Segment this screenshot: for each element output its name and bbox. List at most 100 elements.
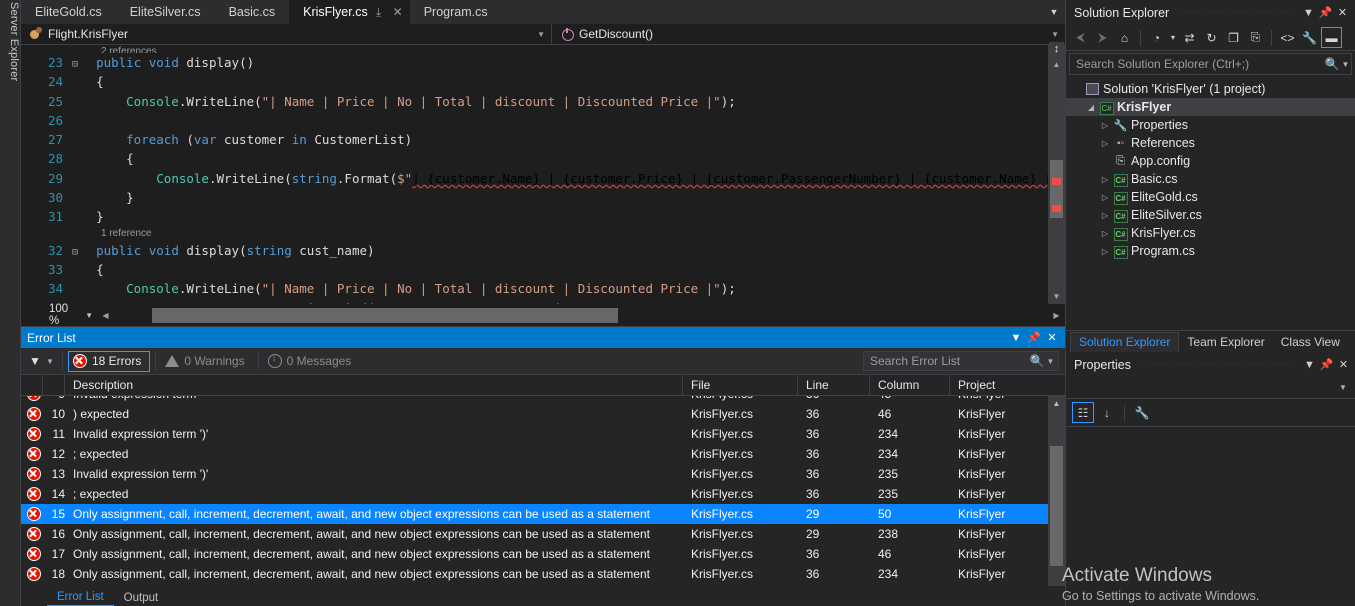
table-row[interactable]: 16Only assignment, call, increment, decr…: [21, 524, 1048, 544]
pin-icon[interactable]: ⤓: [371, 5, 387, 20]
close-icon[interactable]: ✕: [1335, 356, 1352, 374]
filter-icon[interactable]: ▼: [27, 352, 43, 370]
tree-expander-icon[interactable]: ▷: [1098, 211, 1112, 220]
server-explorer-tab[interactable]: Server Explorer: [0, 0, 21, 606]
pin-icon[interactable]: 📌: [1317, 4, 1334, 22]
scroll-up-arrow[interactable]: ▲: [1048, 396, 1065, 411]
code-line[interactable]: 28 {: [21, 149, 1065, 168]
code-line[interactable]: 29 Console.WriteLine(string.Format($"| {…: [21, 169, 1065, 188]
column-header-column[interactable]: Column: [870, 375, 950, 396]
editor-horizontal-scrollbar[interactable]: [116, 308, 1046, 323]
editor-vertical-scrollbar[interactable]: ↕ ▲ ▼: [1048, 45, 1065, 304]
dock-tab-solution-explorer[interactable]: Solution Explorer: [1070, 332, 1179, 352]
tree-item-references[interactable]: ▷▪▫References: [1066, 134, 1355, 152]
table-row[interactable]: 10) expectedKrisFlyer.cs3646KrisFlyer: [21, 404, 1048, 424]
error-marker[interactable]: [1052, 205, 1061, 212]
code-line[interactable]: 23⊟ public void display(): [21, 53, 1065, 72]
scrollbar-thumb[interactable]: [1050, 446, 1063, 566]
code-line[interactable]: 32⊟ public void display(string cust_name…: [21, 241, 1065, 260]
bottom-tab-output[interactable]: Output: [114, 592, 169, 606]
code-reference-hint[interactable]: 1 reference: [21, 227, 1065, 241]
chevron-down-icon[interactable]: ▼: [1300, 4, 1317, 22]
editor-tab-elitegold-cs[interactable]: EliteGold.cs: [21, 0, 116, 24]
chevron-down-icon[interactable]: ▼: [1045, 357, 1056, 366]
table-row[interactable]: 11Invalid expression term ')'KrisFlyer.c…: [21, 424, 1048, 444]
tree-expander-icon[interactable]: ▷: [1098, 247, 1112, 256]
properties-wrench-icon[interactable]: 🔧: [1299, 27, 1320, 48]
close-icon[interactable]: ✕: [1334, 4, 1351, 22]
preview-selected-items-icon[interactable]: ▬: [1321, 27, 1342, 48]
tree-expander-icon[interactable]: ▷: [1098, 139, 1112, 148]
table-row[interactable]: 9Invalid expression term ''KrisFlyer.cs3…: [21, 396, 1048, 404]
error-list-search-box[interactable]: Search Error List 🔍 ▼: [863, 351, 1059, 371]
tree-item-krisflyer-cs[interactable]: ▷C#KrisFlyer.cs: [1066, 224, 1355, 242]
bottom-tab-error-list[interactable]: Error List: [47, 591, 114, 606]
property-pages-icon[interactable]: 🔧: [1131, 402, 1153, 423]
code-line[interactable]: 30 }: [21, 188, 1065, 207]
chevron-down-icon[interactable]: ▼: [1301, 356, 1318, 374]
tree-expander-icon[interactable]: ▷: [1098, 229, 1112, 238]
code-line[interactable]: 31 }: [21, 207, 1065, 226]
scroll-down-arrow[interactable]: ▼: [1048, 289, 1065, 304]
scrollbar-thumb[interactable]: [152, 308, 618, 323]
tree-item-program-cs[interactable]: ▷C#Program.cs: [1066, 242, 1355, 260]
tree-item-solution-krisflyer-1-project-[interactable]: Solution 'KrisFlyer' (1 project): [1066, 80, 1355, 98]
sync-with-active-document-icon[interactable]: ⇄: [1179, 27, 1200, 48]
pin-icon[interactable]: 📌: [1318, 356, 1335, 374]
navigation-type-dropdown[interactable]: Flight.KrisFlyer ▼: [21, 24, 552, 45]
chevron-down-icon[interactable]: ▼: [1043, 0, 1065, 24]
chevron-down-icon[interactable]: ▼: [1007, 329, 1025, 347]
pin-icon[interactable]: 📌: [1025, 329, 1043, 347]
show-all-files-icon[interactable]: ⎘: [1245, 27, 1266, 48]
tree-expander-icon[interactable]: ◢: [1084, 103, 1098, 112]
tree-item-elitegold-cs[interactable]: ▷C#EliteGold.cs: [1066, 188, 1355, 206]
column-header-file[interactable]: File: [683, 375, 798, 396]
tree-item-krisflyer[interactable]: ◢C#KrisFlyer: [1066, 98, 1355, 116]
table-row[interactable]: 18Only assignment, call, increment, decr…: [21, 564, 1048, 584]
table-row[interactable]: 12; expectedKrisFlyer.cs36234KrisFlyer: [21, 444, 1048, 464]
chevron-down-icon[interactable]: ▼: [1336, 383, 1350, 392]
editor-tab-elitesilver-cs[interactable]: EliteSilver.cs: [116, 0, 215, 24]
scroll-right-arrow[interactable]: ▶: [1048, 311, 1065, 320]
scroll-up-arrow[interactable]: ▲: [1048, 57, 1065, 72]
tree-expander-icon[interactable]: ▷: [1098, 121, 1112, 130]
properties-object-selector[interactable]: ▼: [1066, 377, 1355, 399]
code-line[interactable]: 34 Console.WriteLine("| Name | Price | N…: [21, 279, 1065, 298]
table-row[interactable]: 17Only assignment, call, increment, decr…: [21, 544, 1048, 564]
refresh-icon[interactable]: ↻: [1201, 27, 1222, 48]
home-icon[interactable]: ⌂: [1114, 27, 1135, 48]
code-line[interactable]: 33 {: [21, 260, 1065, 279]
code-text-area[interactable]: 2 references23⊟ public void display()24 …: [21, 45, 1065, 304]
table-row[interactable]: 14; expectedKrisFlyer.cs36235KrisFlyer: [21, 484, 1048, 504]
close-icon[interactable]: ✕: [390, 5, 406, 19]
pending-changes-icon[interactable]: ◔: [1146, 27, 1167, 48]
editor-tab-basic-cs[interactable]: Basic.cs: [215, 0, 290, 24]
tree-expander-icon[interactable]: ▷: [1098, 193, 1112, 202]
tree-item-basic-cs[interactable]: ▷C#Basic.cs: [1066, 170, 1355, 188]
search-icon[interactable]: 🔍: [1029, 354, 1045, 368]
dock-tab-class-view[interactable]: Class View: [1273, 333, 1348, 352]
scroll-left-arrow[interactable]: ◀: [97, 311, 114, 320]
column-header-line[interactable]: Line: [798, 375, 870, 396]
messages-filter-button[interactable]: 0 Messages: [264, 351, 360, 372]
tree-item-properties[interactable]: ▷🔧Properties: [1066, 116, 1355, 134]
warnings-filter-button[interactable]: 0 Warnings: [161, 351, 252, 372]
solution-explorer-search-box[interactable]: Search Solution Explorer (Ctrl+;) 🔍 ▼: [1069, 53, 1352, 75]
code-line[interactable]: 27 foreach (var customer in CustomerList…: [21, 130, 1065, 149]
code-line[interactable]: 24 {: [21, 72, 1065, 91]
tree-item-elitesilver-cs[interactable]: ▷C#EliteSilver.cs: [1066, 206, 1355, 224]
split-view-handle[interactable]: ↕: [1049, 42, 1064, 56]
tree-item-app-config[interactable]: ⎘App.config: [1066, 152, 1355, 170]
table-row[interactable]: 15Only assignment, call, increment, decr…: [21, 504, 1048, 524]
alphabetical-sort-icon[interactable]: ↓: [1096, 402, 1118, 423]
dock-tab-team-explorer[interactable]: Team Explorer: [1179, 333, 1272, 352]
collapse-all-icon[interactable]: ❐: [1223, 27, 1244, 48]
tree-expander-icon[interactable]: ▷: [1098, 175, 1112, 184]
error-list-vertical-scrollbar[interactable]: ▲ ▼: [1048, 396, 1065, 596]
editor-tab-krisflyer-cs[interactable]: KrisFlyer.cs⤓✕: [289, 0, 410, 24]
chevron-down-icon[interactable]: ▾: [1168, 27, 1178, 48]
errors-filter-button[interactable]: 18 Errors: [68, 351, 150, 372]
forward-icon[interactable]: ⮞: [1092, 27, 1113, 48]
code-reference-hint[interactable]: 2 references: [21, 45, 1065, 53]
column-header-project[interactable]: Project: [950, 375, 1048, 396]
